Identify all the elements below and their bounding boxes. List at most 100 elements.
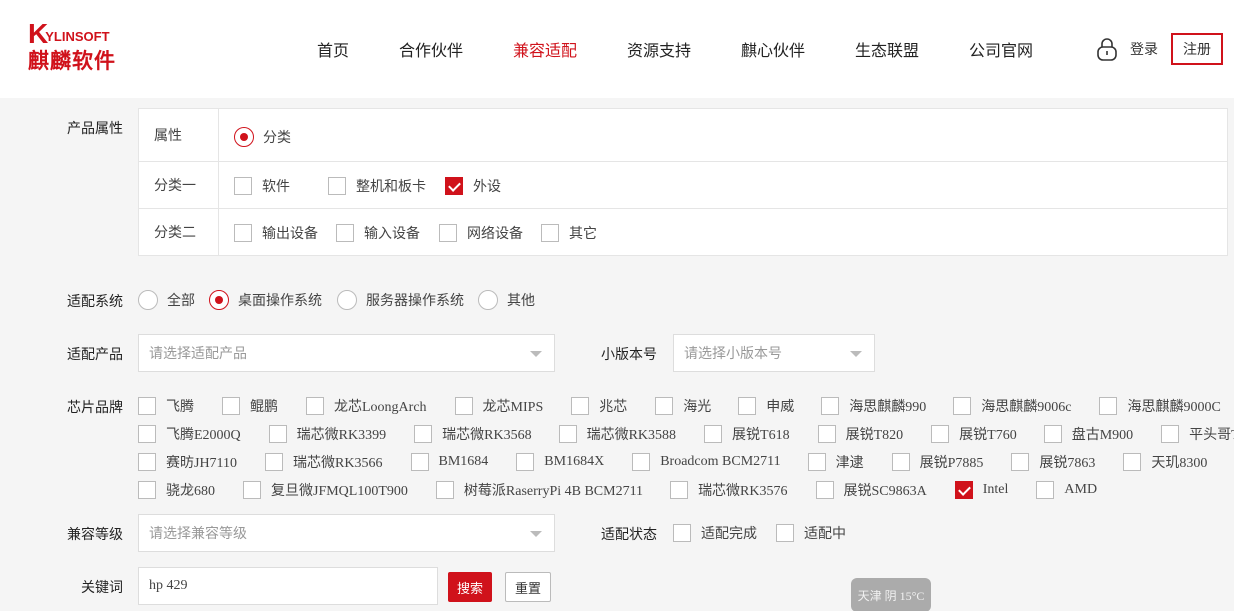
nav-company-site[interactable]: 公司官网 <box>969 41 1033 63</box>
checkbox-chip[interactable]: 天玑8300 <box>1123 452 1207 472</box>
nav-partners[interactable]: 合作伙伴 <box>399 41 463 63</box>
checkbox-label: 骁龙680 <box>166 484 215 499</box>
minor-version-select[interactable]: 请选择小版本号 <box>673 334 875 372</box>
checkbox-label: 盘古M900 <box>1071 428 1134 443</box>
checkbox-chip[interactable]: 展锐P7885 <box>891 452 983 472</box>
checkbox-indicator <box>632 453 651 471</box>
compat-level-select[interactable]: 请选择兼容等级 <box>138 514 555 552</box>
keyword-label: 关键词 <box>81 579 123 595</box>
checkbox-chip[interactable]: Broadcom BCM2711 <box>632 453 781 471</box>
checkbox-indicator <box>738 397 757 415</box>
checkbox-chip[interactable]: 瑞芯微RK3576 <box>670 480 788 500</box>
checkbox-chip[interactable]: 海思麒麟9000C <box>1099 396 1221 416</box>
checkbox-chip[interactable]: 鲲鹏 <box>222 396 278 416</box>
checkbox-chip[interactable]: 兆芯 <box>571 396 627 416</box>
checkbox-chip[interactable]: 展锐T618 <box>704 424 790 444</box>
system-radio-group: 全部 桌面操作系统 服务器操作系统 其他 <box>138 290 535 310</box>
product-label: 适配产品 <box>67 346 123 362</box>
checkbox-label: 展锐T760 <box>959 428 1017 443</box>
site-header: K YLINSOFT 麒麟软件 首页 合作伙伴 兼容适配 资源支持 麒心伙伴 生… <box>0 0 1234 98</box>
checkbox-input-device[interactable]: 输入设备 <box>336 223 420 243</box>
chevron-down-icon <box>530 531 542 537</box>
checkbox-chip[interactable]: 平头哥TH1520 <box>1161 424 1234 444</box>
checkbox-label: 津逮 <box>835 456 864 471</box>
checkbox-chip[interactable]: 津逮 <box>807 452 864 472</box>
checkbox-chip[interactable]: 复旦微JFMQL100T900 <box>243 480 408 500</box>
checkbox-label: Intel <box>982 482 1009 497</box>
attr-row-label: 分类一 <box>139 162 219 208</box>
checkbox-machine-board[interactable]: 整机和板卡 <box>328 176 426 196</box>
checkbox-indicator <box>931 425 950 443</box>
checkbox-peripheral[interactable]: 外设 <box>445 176 501 196</box>
checkbox-indicator <box>815 481 834 499</box>
checkbox-chip[interactable]: 瑞芯微RK3568 <box>414 424 532 444</box>
weather-widget: 天津 阴 15°C <box>851 578 931 611</box>
nav-home[interactable]: 首页 <box>317 41 349 63</box>
checkbox-chip[interactable]: 飞腾E2000Q <box>138 424 241 444</box>
checkbox-label: 海思麒麟990 <box>849 400 927 415</box>
checkbox-chip[interactable]: AMD <box>1036 481 1097 499</box>
checkbox-chip[interactable]: 飞腾 <box>138 396 194 416</box>
checkbox-chip[interactable]: 龙芯LoongArch <box>306 396 427 416</box>
checkbox-chip[interactable]: 瑞芯微RK3399 <box>268 424 387 444</box>
search-button[interactable]: 搜索 <box>448 572 492 602</box>
chevron-down-icon <box>850 351 862 357</box>
radio-system-all[interactable]: 全部 <box>138 290 195 310</box>
checkbox-adapt-complete[interactable]: 适配完成 <box>673 523 757 543</box>
checkbox-chip[interactable]: 海思麒麟990 <box>821 396 926 416</box>
checkbox-chip[interactable]: 申威 <box>738 396 794 416</box>
radio-system-desktop[interactable]: 桌面操作系统 <box>209 290 322 310</box>
checkbox-chip[interactable]: 盘古M900 <box>1043 424 1134 444</box>
checkbox-chip[interactable]: 展锐7863 <box>1011 452 1095 472</box>
checkbox-indicator <box>243 481 261 499</box>
checkbox-chip[interactable]: 海思麒麟9006c <box>953 396 1071 416</box>
checkbox-chip[interactable]: 展锐T820 <box>817 424 903 444</box>
checkbox-other[interactable]: 其它 <box>541 223 597 243</box>
checkbox-chip[interactable]: 海光 <box>655 396 711 416</box>
checkbox-software[interactable]: 软件 <box>234 176 290 196</box>
checkbox-chip[interactable]: 赛昉JH7110 <box>138 452 237 472</box>
checkbox-chip[interactable]: 展锐T760 <box>931 424 1017 444</box>
checkbox-network-device[interactable]: 网络设备 <box>439 223 523 243</box>
checkbox-indicator <box>516 453 535 471</box>
login-link[interactable]: 登录 <box>1097 37 1158 61</box>
keyword-input[interactable] <box>138 567 438 605</box>
checkbox-indicator <box>821 397 840 415</box>
radio-system-other[interactable]: 其他 <box>478 290 535 310</box>
radio-label: 分类 <box>263 129 291 145</box>
nav-compatibility[interactable]: 兼容适配 <box>513 41 577 63</box>
checkbox-chip[interactable]: 瑞芯微RK3566 <box>265 452 383 472</box>
nav-ecosystem-alliance[interactable]: 生态联盟 <box>855 41 919 63</box>
checkbox-indicator <box>891 453 910 471</box>
checkbox-output-device[interactable]: 输出设备 <box>234 223 318 243</box>
checkbox-chip[interactable]: 骁龙680 <box>138 480 215 500</box>
checkbox-label: 飞腾E2000Q <box>166 428 241 443</box>
register-button[interactable]: 注册 <box>1171 33 1223 65</box>
checkbox-chip[interactable]: 展锐SC9863A <box>815 480 927 500</box>
checkbox-label: 平头哥TH1520 <box>1189 428 1234 443</box>
checkbox-chip[interactable]: 龙芯MIPS <box>454 396 543 416</box>
checkbox-label: 树莓派RaserryPi 4B BCM2711 <box>463 484 644 499</box>
checkbox-label: 瑞芯微RK3576 <box>698 484 788 499</box>
checkbox-chip[interactable]: Intel <box>954 481 1009 499</box>
nav-resources[interactable]: 资源支持 <box>627 41 691 63</box>
checkbox-chip[interactable]: 瑞芯微RK3588 <box>558 424 677 444</box>
checkbox-chip[interactable]: 树莓派RaserryPi 4B BCM2711 <box>435 480 644 500</box>
checkbox-chip[interactable]: BM1684 <box>410 453 488 471</box>
product-select[interactable]: 请选择适配产品 <box>138 334 555 372</box>
checkbox-label: 瑞芯微RK3566 <box>293 456 383 471</box>
radio-category[interactable]: 分类 <box>234 127 291 147</box>
checkbox-label: 鲲鹏 <box>250 400 278 415</box>
checkbox-label: 瑞芯微RK3399 <box>296 428 387 443</box>
kylinsoft-logo[interactable]: K YLINSOFT 麒麟软件 <box>28 20 120 76</box>
radio-system-server[interactable]: 服务器操作系统 <box>337 290 464 310</box>
checkbox-adapting[interactable]: 适配中 <box>776 523 846 543</box>
minor-version-placeholder: 请选择小版本号 <box>684 345 782 361</box>
checkbox-chip[interactable]: BM1684X <box>516 453 604 471</box>
reset-button[interactable]: 重置 <box>505 572 551 602</box>
chip-brand-label: 芯片品牌 <box>67 399 123 415</box>
checkbox-label: 瑞芯微RK3588 <box>586 428 677 443</box>
checkbox-indicator <box>807 453 826 471</box>
nav-kylin-heart-partners[interactable]: 麒心伙伴 <box>741 41 805 63</box>
radio-indicator <box>234 127 254 147</box>
